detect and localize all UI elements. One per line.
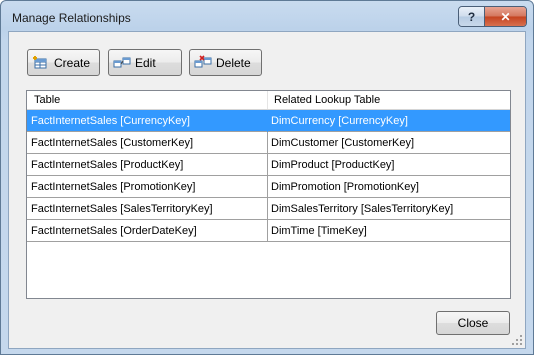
cell-lookup: DimCustomer [CustomerKey] [271,137,415,149]
cell-lookup: DimProduct [ProductKey] [271,159,395,171]
table-row[interactable]: FactInternetSales [CustomerKey] DimCusto… [27,132,510,154]
row-divider [267,176,268,198]
cell-table: FactInternetSales [PromotionKey] [31,181,196,193]
table-row[interactable]: FactInternetSales [CurrencyKey] DimCurre… [27,110,510,132]
close-label: Close [457,316,489,330]
table-delete-icon [194,54,212,67]
column-divider[interactable] [267,91,268,109]
table-add-icon [33,55,47,68]
row-divider [267,154,268,176]
table-row[interactable]: FactInternetSales [OrderDateKey] DimTime… [27,220,510,242]
dialog-body: Create Edit Delete Table Related Lookup … [8,31,526,349]
table-edit-icon [113,57,131,67]
window-title: Manage Relationships [12,11,131,25]
window-close-button[interactable]: ✕ [485,7,526,26]
delete-button[interactable]: Delete [189,49,262,76]
close-icon: ✕ [500,9,511,24]
column-header-related-lookup-table[interactable]: Related Lookup Table [274,94,380,106]
cell-lookup: DimPromotion [PromotionKey] [271,181,419,193]
edit-button[interactable]: Edit [108,49,182,76]
table-row[interactable]: FactInternetSales [SalesTerritoryKey] Di… [27,198,510,220]
row-divider [267,198,268,220]
cell-lookup: DimSalesTerritory [SalesTerritoryKey] [271,203,454,215]
relationships-grid[interactable]: Table Related Lookup Table FactInternetS… [26,90,511,299]
column-header-table[interactable]: Table [34,94,60,106]
edit-label: Edit [135,55,156,70]
table-row[interactable]: FactInternetSales [ProductKey] DimProduc… [27,154,510,176]
caption-buttons: ? ✕ [458,6,527,27]
help-icon: ? [467,9,476,24]
row-divider [267,220,268,242]
cell-table: FactInternetSales [SalesTerritoryKey] [31,203,213,215]
grid-header: Table Related Lookup Table [27,91,510,110]
table-row[interactable]: FactInternetSales [PromotionKey] DimProm… [27,176,510,198]
close-button[interactable]: Close [436,311,510,335]
row-divider [267,110,268,132]
title-bar[interactable]: Manage Relationships ? ✕ [1,1,533,31]
row-divider [267,132,268,154]
cell-table: FactInternetSales [ProductKey] [31,159,184,171]
help-button[interactable]: ? [459,7,485,26]
resize-grip-icon[interactable] [511,334,523,346]
cell-table: FactInternetSales [CurrencyKey] [31,115,190,127]
manage-relationships-dialog: Manage Relationships ? ✕ Create Edit Del… [0,0,534,355]
delete-label: Delete [216,55,251,70]
create-label: Create [54,55,91,70]
create-button[interactable]: Create [27,49,100,76]
cell-lookup: DimTime [TimeKey] [271,225,367,237]
cell-table: FactInternetSales [CustomerKey] [31,137,194,149]
cell-table: FactInternetSales [OrderDateKey] [31,225,197,237]
cell-lookup: DimCurrency [CurrencyKey] [271,115,408,127]
